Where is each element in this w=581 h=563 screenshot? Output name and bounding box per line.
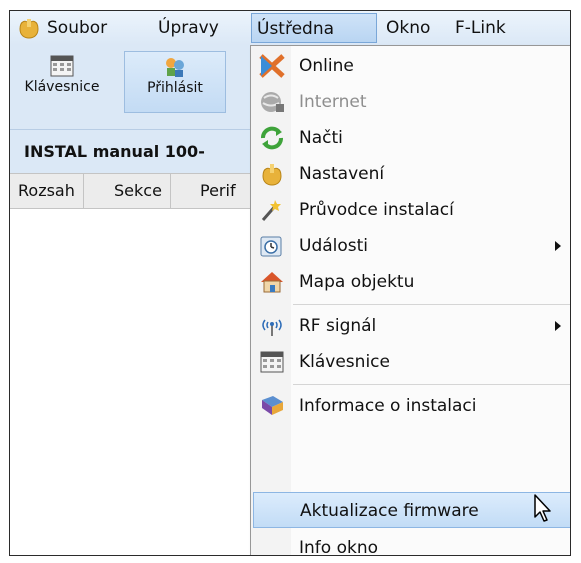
menu-item-rf-signal[interactable]: RF signál — [253, 308, 570, 344]
wizard-icon — [261, 200, 281, 221]
menu-item-udalosti[interactable]: Události — [253, 228, 570, 264]
info-book-icon — [262, 396, 283, 415]
menu-separator — [293, 384, 570, 385]
submenu-arrow-icon — [555, 321, 561, 331]
menu-soubor[interactable]: Soubor — [42, 13, 112, 43]
tab-rozsah[interactable]: Rozsah — [10, 174, 84, 208]
menu-ustredna[interactable]: Ústředna — [251, 13, 377, 43]
menu-item-klavesnice[interactable]: Klávesnice — [253, 344, 570, 380]
menu-item-nacti[interactable]: Načti — [253, 120, 570, 156]
keyboard-button[interactable]: Klávesnice — [12, 51, 112, 113]
menu-item-nastaveni[interactable]: Nastavení — [253, 156, 570, 192]
menu-item-mapa-objektu[interactable]: Mapa objektu — [253, 264, 570, 300]
menu-okno[interactable]: Okno — [381, 13, 435, 43]
menu-f-link[interactable]: F-Link — [450, 13, 511, 43]
ustredna-dropdown-menu: Online Internet Načti Nastavení Průvodce… — [250, 45, 570, 555]
keyboard-icon — [50, 55, 74, 77]
menu-item-info-okno[interactable]: Info okno — [253, 530, 570, 555]
menu-upravy[interactable]: Úpravy — [153, 13, 224, 43]
menu-bar: Soubor Úpravy Ústředna Okno F-Link — [10, 11, 570, 45]
menu-item-aktualizace-firmware[interactable]: Aktualizace firmware — [253, 492, 570, 528]
submenu-arrow-icon — [555, 241, 561, 251]
menu-item-internet[interactable]: Internet — [253, 84, 570, 120]
login-icon — [166, 58, 184, 77]
online-icon — [259, 54, 285, 78]
house-icon — [261, 272, 283, 293]
events-icon — [260, 236, 282, 257]
settings-icon — [262, 164, 282, 186]
tab-perif[interactable]: Perif — [192, 174, 244, 208]
login-button[interactable]: Přihlásit — [124, 51, 226, 113]
menu-item-pruvodce-instalaci[interactable]: Průvodce instalací — [253, 192, 570, 228]
application-window: Soubor Úpravy Ústředna Okno F-Link Kláve… — [9, 10, 571, 556]
internet-icon — [261, 92, 284, 112]
menu-item-informace-o-instalaci[interactable]: Informace o instalaci — [253, 388, 570, 424]
refresh-icon — [261, 126, 283, 150]
keyboard-icon — [260, 351, 284, 373]
rf-signal-icon — [262, 319, 282, 336]
tab-sekce[interactable]: Sekce — [106, 174, 171, 208]
menu-item-online[interactable]: Online — [253, 48, 570, 84]
app-logo-icon — [19, 19, 39, 39]
login-button-label: Přihlásit — [147, 80, 203, 96]
mouse-cursor-icon — [534, 494, 551, 522]
keyboard-button-label: Klávesnice — [24, 79, 100, 95]
menu-separator — [293, 304, 570, 305]
